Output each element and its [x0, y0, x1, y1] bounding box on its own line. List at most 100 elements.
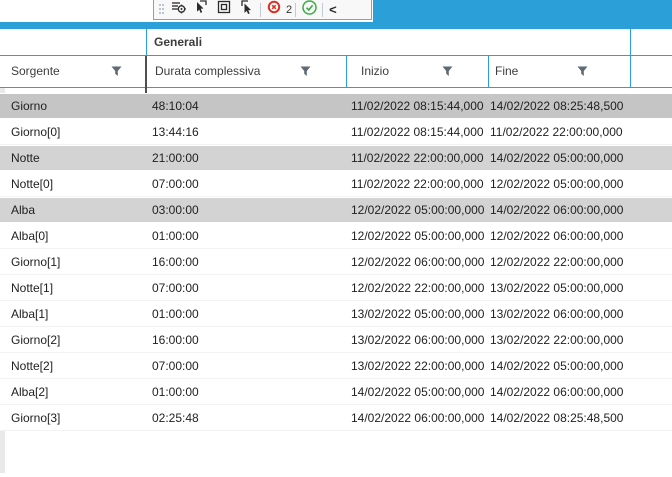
toolbar-separator [295, 2, 297, 17]
table-row[interactable]: Notte 21:00:00 11/02/2022 22:00:00,000 1… [0, 145, 672, 171]
column-header-sorgente[interactable]: Sorgente [5, 56, 146, 87]
blue-divider-strip [0, 22, 672, 29]
check-circle-icon [301, 0, 318, 21]
cell-durata[interactable]: 16:00:00 [152, 249, 342, 275]
cursor-bracket-icon [239, 0, 255, 20]
cursor-flag-button[interactable] [191, 0, 211, 20]
cell-sorgente[interactable]: Giorno[1] [11, 249, 141, 275]
toolbar-grip-handle[interactable] [158, 2, 165, 18]
cell-fine[interactable]: 13/02/2022 22:00:00,000 [490, 327, 670, 353]
column-header-durata[interactable]: Durata complessiva [147, 56, 345, 87]
cell-fine[interactable]: 14/02/2022 06:00:00,000 [490, 197, 670, 223]
cell-durata[interactable]: 13:44:16 [152, 119, 342, 145]
cell-fine[interactable]: 13/02/2022 05:00:00,000 [490, 275, 670, 301]
cell-inizio[interactable]: 13/02/2022 06:00:00,000 [351, 327, 485, 353]
cell-sorgente[interactable]: Alba[0] [11, 223, 141, 249]
cell-durata[interactable]: 07:00:00 [152, 275, 342, 301]
table-row[interactable]: Alba 03:00:00 12/02/2022 05:00:00,000 14… [0, 197, 672, 223]
table-row[interactable]: Giorno[1] 16:00:00 12/02/2022 06:00:00,0… [0, 249, 672, 275]
table-row[interactable]: Giorno[0] 13:44:16 11/02/2022 08:15:44,0… [0, 119, 672, 145]
debug-toolbar: 2 < [153, 0, 372, 20]
cell-sorgente[interactable]: Giorno [11, 93, 141, 119]
cell-sorgente[interactable]: Giorno[0] [11, 119, 141, 145]
cell-durata[interactable]: 01:00:00 [152, 301, 342, 327]
table-row[interactable]: Notte[0] 07:00:00 11/02/2022 22:00:00,00… [0, 171, 672, 197]
cell-fine[interactable]: 11/02/2022 22:00:00,000 [490, 119, 670, 145]
filter-funnel-icon[interactable] [110, 65, 123, 78]
filter-funnel-icon[interactable] [576, 65, 589, 78]
cell-fine[interactable]: 12/02/2022 22:00:00,000 [490, 249, 670, 275]
cell-inizio[interactable]: 13/02/2022 22:00:00,000 [351, 353, 485, 379]
table-row[interactable]: Notte[2] 07:00:00 13/02/2022 22:00:00,00… [0, 353, 672, 379]
cell-sorgente[interactable]: Alba[1] [11, 301, 141, 327]
cell-durata[interactable]: 03:00:00 [152, 197, 342, 223]
cell-durata[interactable]: 07:00:00 [152, 353, 342, 379]
cursor-flag-icon [193, 0, 209, 20]
cell-durata[interactable]: 02:25:48 [152, 405, 342, 431]
table-row[interactable]: Notte[1] 07:00:00 12/02/2022 22:00:00,00… [0, 275, 672, 301]
cell-durata[interactable]: 48:10:04 [152, 93, 342, 119]
cell-sorgente[interactable]: Notte[2] [11, 353, 141, 379]
record-errors-button[interactable] [264, 0, 284, 20]
filter-funnel-icon[interactable] [299, 65, 312, 78]
collapse-chevron-button[interactable]: < [326, 1, 340, 19]
filter-funnel-icon[interactable] [441, 65, 454, 78]
cell-sorgente[interactable]: Notte[1] [11, 275, 141, 301]
error-count-badge: 2 [286, 3, 293, 16]
column-header-inizio[interactable]: Inizio [346, 56, 487, 87]
cell-fine[interactable]: 12/02/2022 06:00:00,000 [490, 223, 670, 249]
table-row[interactable]: Giorno[2] 16:00:00 13/02/2022 06:00:00,0… [0, 327, 672, 353]
titlebar-background [373, 0, 672, 22]
cell-inizio[interactable]: 11/02/2022 08:15:44,000 [351, 119, 485, 145]
table-row[interactable]: Giorno 48:10:04 11/02/2022 08:15:44,000 … [0, 93, 672, 119]
cell-durata[interactable]: 16:00:00 [152, 327, 342, 353]
cell-durata[interactable]: 01:00:00 [152, 223, 342, 249]
cell-inizio[interactable]: 14/02/2022 06:00:00,000 [351, 405, 485, 431]
toolbar-separator [322, 2, 324, 17]
validate-button[interactable] [299, 0, 319, 21]
cell-fine[interactable]: 13/02/2022 06:00:00,000 [490, 301, 670, 327]
square-in-square-icon [216, 0, 232, 20]
cell-sorgente[interactable]: Alba[2] [11, 379, 141, 405]
cell-sorgente[interactable]: Notte[0] [11, 171, 141, 197]
cell-inizio[interactable]: 13/02/2022 05:00:00,000 [351, 301, 485, 327]
cell-fine[interactable]: 14/02/2022 05:00:00,000 [490, 145, 670, 171]
cell-sorgente[interactable]: Notte [11, 145, 141, 171]
list-target-icon [170, 0, 187, 20]
cell-fine[interactable]: 14/02/2022 05:00:00,000 [490, 353, 670, 379]
cell-inizio[interactable]: 11/02/2022 08:15:44,000 [351, 93, 485, 119]
cell-inizio[interactable]: 14/02/2022 05:00:00,000 [351, 379, 485, 405]
cursor-bracket-button[interactable] [237, 0, 257, 20]
group-header-row: Generali [0, 29, 672, 56]
cell-durata[interactable]: 21:00:00 [152, 145, 342, 171]
cell-inizio[interactable]: 11/02/2022 22:00:00,000 [351, 145, 485, 171]
cell-inizio[interactable]: 12/02/2022 05:00:00,000 [351, 223, 485, 249]
cell-sorgente[interactable]: Alba [11, 197, 141, 223]
cell-fine[interactable]: 14/02/2022 06:00:00,000 [490, 379, 670, 405]
table-row[interactable]: Alba[1] 01:00:00 13/02/2022 05:00:00,000… [0, 301, 672, 327]
cell-fine[interactable]: 12/02/2022 05:00:00,000 [490, 171, 670, 197]
table-row[interactable]: Alba[0] 01:00:00 12/02/2022 05:00:00,000… [0, 223, 672, 249]
top-bar: 2 < [0, 0, 672, 22]
table-row[interactable]: Alba[2] 01:00:00 14/02/2022 05:00:00,000… [0, 379, 672, 405]
cell-inizio[interactable]: 11/02/2022 22:00:00,000 [351, 171, 485, 197]
cell-fine[interactable]: 14/02/2022 08:25:48,500 [490, 93, 670, 119]
record-error-icon [266, 0, 282, 20]
toolbar-separator [260, 2, 261, 17]
app-window: 2 < Generali Sorgente Durata complessiva… [0, 0, 672, 477]
cell-inizio[interactable]: 12/02/2022 05:00:00,000 [351, 197, 485, 223]
list-target-button[interactable] [168, 1, 188, 19]
square-in-square-button[interactable] [214, 0, 234, 20]
cell-durata[interactable]: 07:00:00 [152, 171, 342, 197]
column-header-fine[interactable]: Fine [488, 56, 631, 87]
data-grid: Generali Sorgente Durata complessiva Ini… [0, 29, 672, 477]
grid-rows: Giorno 48:10:04 11/02/2022 08:15:44,000 … [0, 93, 672, 431]
table-row[interactable]: Giorno[3] 02:25:48 14/02/2022 06:00:00,0… [0, 405, 672, 431]
cell-durata[interactable]: 01:00:00 [152, 379, 342, 405]
cell-sorgente[interactable]: Giorno[2] [11, 327, 141, 353]
cell-sorgente[interactable]: Giorno[3] [11, 405, 141, 431]
group-header-generali[interactable]: Generali [146, 29, 631, 55]
cell-inizio[interactable]: 12/02/2022 22:00:00,000 [351, 275, 485, 301]
cell-fine[interactable]: 14/02/2022 08:25:48,500 [490, 405, 670, 431]
cell-inizio[interactable]: 12/02/2022 06:00:00,000 [351, 249, 485, 275]
